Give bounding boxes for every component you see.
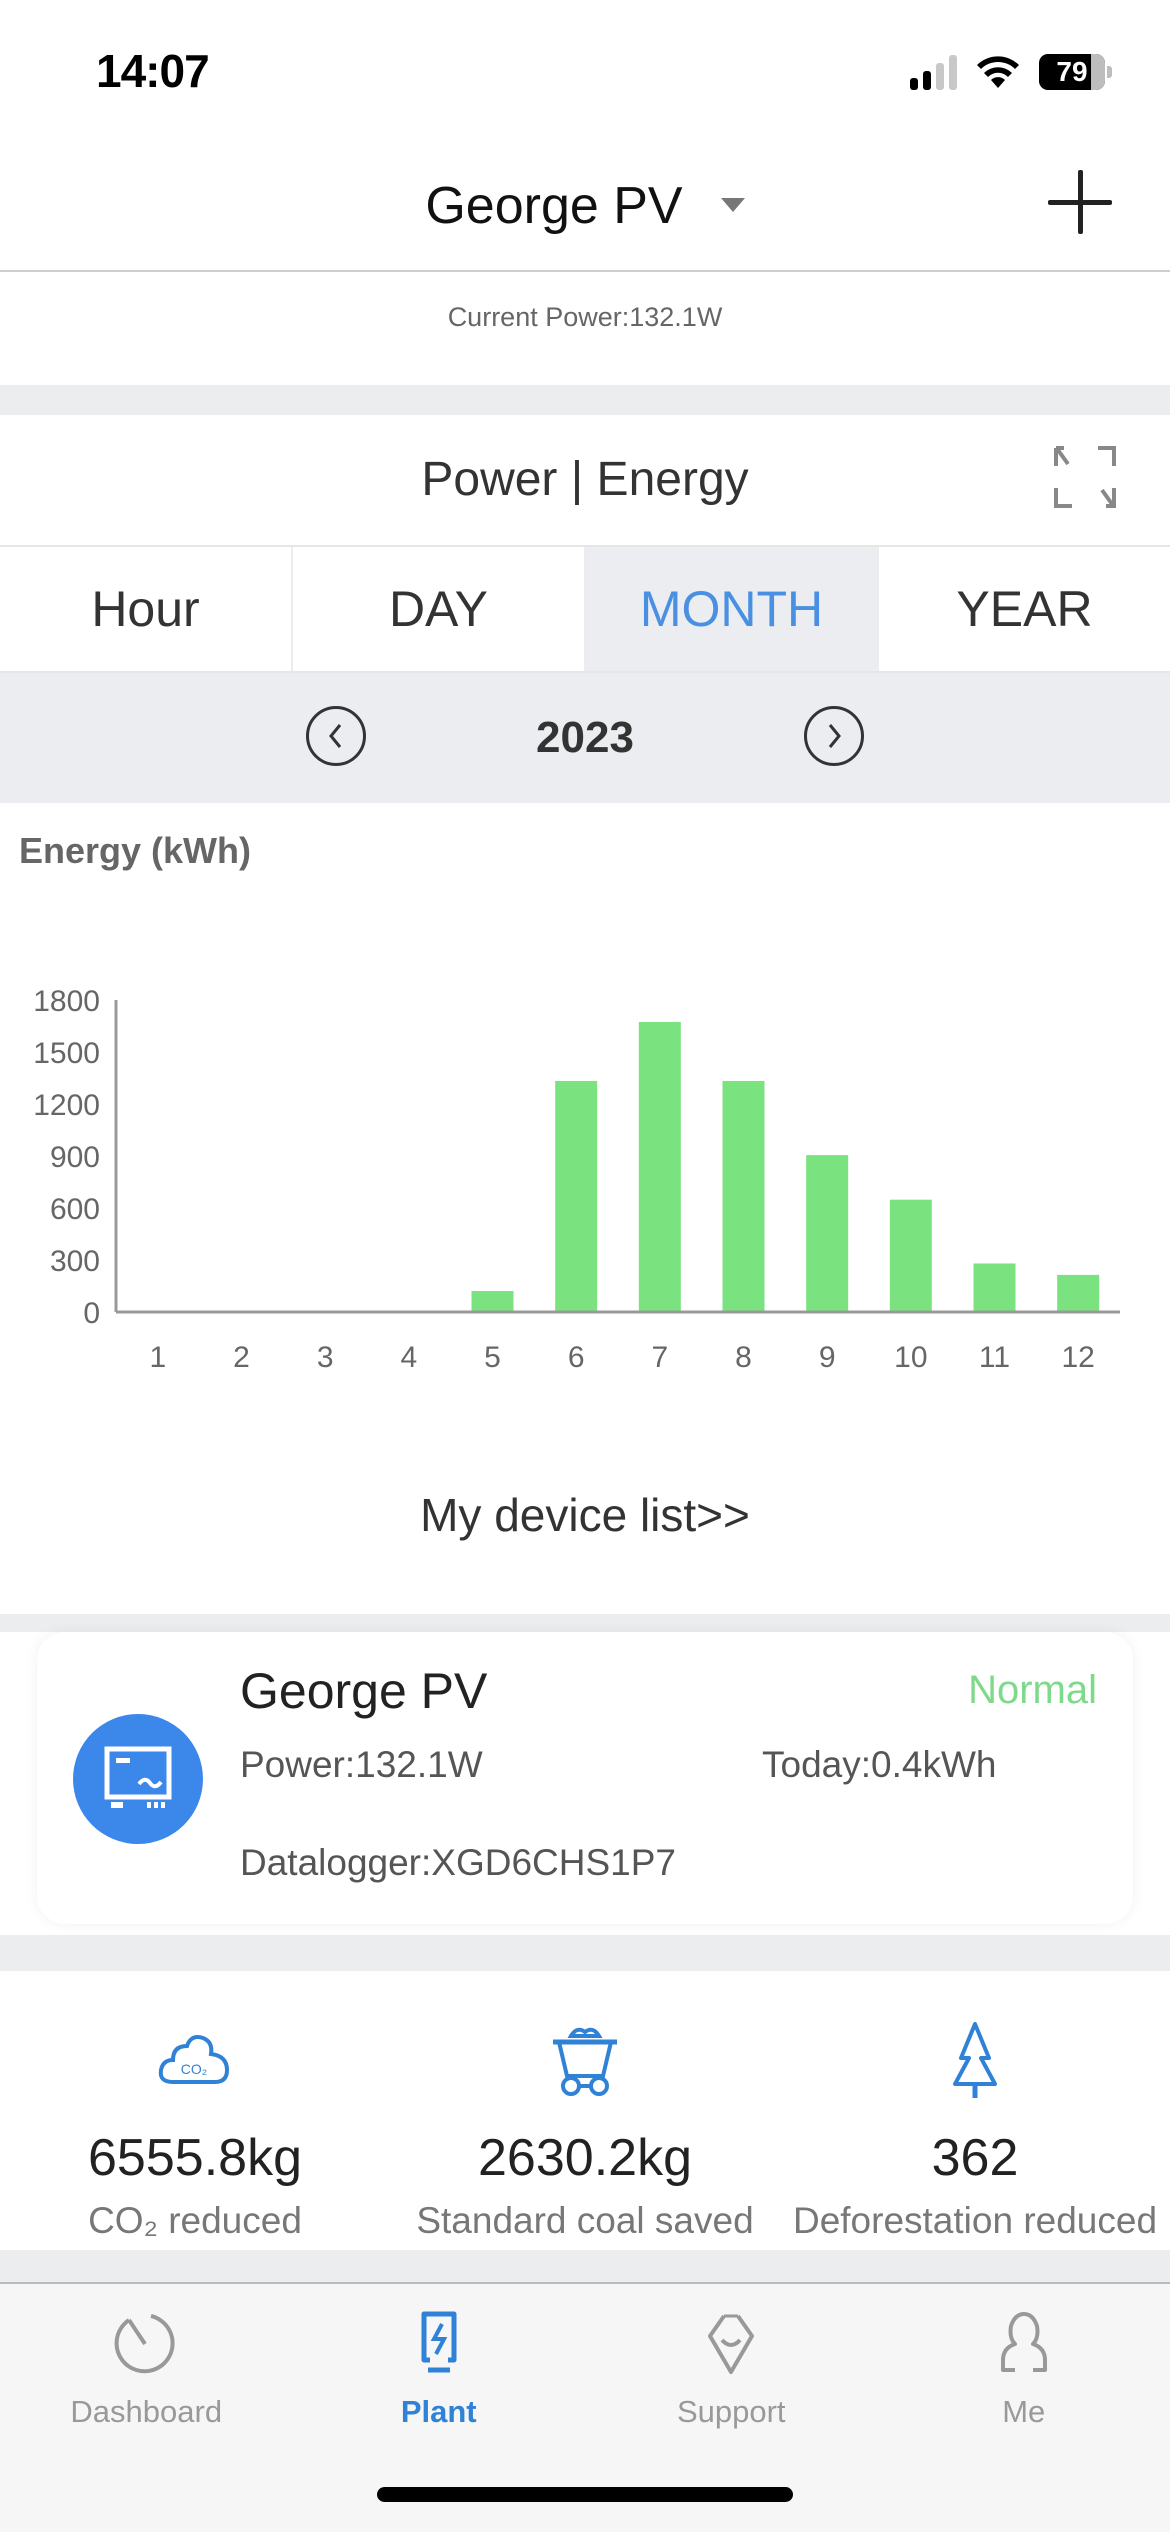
bottom-tab-bar: Dashboard Plant Support Me <box>0 2282 1170 2532</box>
y-tick-label: 0 <box>83 1297 100 1330</box>
environmental-stats: CO₂ 6555.8kg CO₂ reduced 2630.2kg Standa… <box>0 1972 1170 2250</box>
bar-month-5 <box>471 1291 514 1312</box>
caret-down-icon <box>720 198 745 213</box>
bar-month-11 <box>973 1263 1016 1312</box>
tab-day[interactable]: DAY <box>291 547 584 671</box>
support-icon <box>708 2314 755 2374</box>
x-tick-label: 1 <box>149 1341 166 1374</box>
user-icon <box>1000 2312 1047 2372</box>
plant-selector[interactable]: George PV <box>0 176 1170 236</box>
tree-icon <box>953 2022 997 2098</box>
y-tick-label: 600 <box>50 1193 100 1226</box>
eco-value: 2630.2kg <box>478 2129 692 2187</box>
y-tick-label: 1200 <box>33 1089 100 1122</box>
tab-year[interactable]: YEAR <box>877 547 1170 671</box>
svg-text:CO₂: CO₂ <box>181 2061 207 2077</box>
chevron-right-icon <box>828 724 841 748</box>
x-tick-label: 6 <box>568 1341 585 1374</box>
plant-name: George PV <box>425 177 683 235</box>
device-power: Power:132.1W <box>240 1744 483 1785</box>
y-tick-label: 1500 <box>33 1037 100 1070</box>
device-name: George PV <box>240 1663 488 1719</box>
home-indicator <box>377 2487 793 2502</box>
bar-month-12 <box>1057 1274 1100 1312</box>
x-tick-label: 12 <box>1061 1341 1094 1374</box>
y-tick-label: 1800 <box>33 985 100 1018</box>
previous-period-button[interactable] <box>306 706 366 766</box>
coal-cart-icon <box>553 2027 617 2096</box>
bar-month-10 <box>889 1199 932 1312</box>
co2-cloud-icon: CO₂ <box>158 2035 230 2084</box>
current-power: Current Power:132.1W <box>447 302 723 332</box>
next-period-button[interactable] <box>804 706 864 766</box>
x-tick-label: 2 <box>233 1341 250 1374</box>
tab-hour[interactable]: Hour <box>0 547 291 671</box>
battery-icon: 79 <box>1039 54 1105 90</box>
eco-stat-co2: CO₂ 6555.8kg CO₂ reduced <box>0 1972 390 2250</box>
inverter-avatar <box>73 1714 203 1844</box>
eco-stat-trees: 362 Deforestation reduced <box>780 1972 1170 2250</box>
period-tabs: Hour DAY MONTH YEAR <box>0 545 1170 673</box>
section-divider <box>0 1935 1170 1971</box>
eco-label: CO₂ reduced <box>88 2200 302 2241</box>
x-tick-label: 4 <box>400 1341 417 1374</box>
plant-icon <box>421 2311 457 2373</box>
eco-label: Deforestation reduced <box>792 2200 1158 2241</box>
fullscreen-expand-icon[interactable] <box>1054 446 1116 508</box>
period-navigator: 2023 <box>0 673 1170 803</box>
tab-month[interactable]: MONTH <box>584 547 877 671</box>
dashboard-icon <box>114 2314 175 2374</box>
bar-month-9 <box>806 1155 849 1312</box>
chart-y-axis-title: Energy (kWh) <box>19 830 252 871</box>
nav-label: Me <box>1002 2394 1046 2429</box>
x-tick-label: 7 <box>651 1341 668 1374</box>
battery-percent: 79 <box>1056 56 1088 87</box>
header: George PV <box>0 140 1170 272</box>
chart-card-title: Power | Energy <box>421 453 749 506</box>
my-device-list-link[interactable]: My device list>> <box>0 1488 1170 1542</box>
cellular-signal-icon <box>910 54 957 90</box>
section-divider <box>0 385 1170 415</box>
nav-dashboard[interactable]: Dashboard <box>0 2284 293 2532</box>
chevron-left-icon <box>329 724 342 748</box>
bar-month-7 <box>638 1022 681 1312</box>
y-tick-label: 300 <box>50 1245 100 1278</box>
section-divider <box>0 2250 1170 2282</box>
status-time: 14:07 <box>96 45 210 97</box>
device-card[interactable]: George PV Normal Power:132.1W Today:0.4k… <box>37 1632 1133 1924</box>
x-tick-label: 11 <box>979 1341 1010 1374</box>
nav-label: Dashboard <box>70 2394 223 2429</box>
wifi-icon <box>977 56 1019 88</box>
energy-bar-chart: 03006009001200150018001 2 3 4 5 6 7 8 9 10 11 12 <box>33 985 1120 1374</box>
bar-month-6 <box>555 1080 598 1312</box>
status-bar: 14:07 79 <box>0 0 1170 140</box>
y-tick-label: 900 <box>50 1141 100 1174</box>
device-today-energy: Today:0.4kWh <box>762 1744 997 1785</box>
x-tick-label: 10 <box>894 1341 927 1374</box>
nav-me[interactable]: Me <box>878 2284 1170 2532</box>
period-label: 2023 <box>536 713 634 762</box>
section-divider <box>0 1614 1170 1632</box>
x-tick-label: 8 <box>735 1341 752 1374</box>
inverter-icon <box>104 1746 172 1808</box>
x-tick-label: 5 <box>484 1341 501 1374</box>
x-tick-label: 3 <box>317 1341 334 1374</box>
nav-label: Plant <box>400 2394 477 2429</box>
device-datalogger: Datalogger:XGD6CHS1P7 <box>240 1842 676 1883</box>
bar-month-8 <box>722 1080 765 1312</box>
device-status-badge: Normal <box>968 1668 1097 1712</box>
x-tick-label: 9 <box>819 1341 836 1374</box>
nav-label: Support <box>676 2394 786 2429</box>
status-icons: 79 <box>910 54 1112 90</box>
add-plant-button[interactable] <box>1048 170 1112 234</box>
eco-value: 6555.8kg <box>88 2129 302 2187</box>
eco-value: 362 <box>931 2129 1019 2187</box>
eco-label: Standard coal saved <box>416 2200 754 2241</box>
eco-stat-coal: 2630.2kg Standard coal saved <box>390 1972 780 2250</box>
